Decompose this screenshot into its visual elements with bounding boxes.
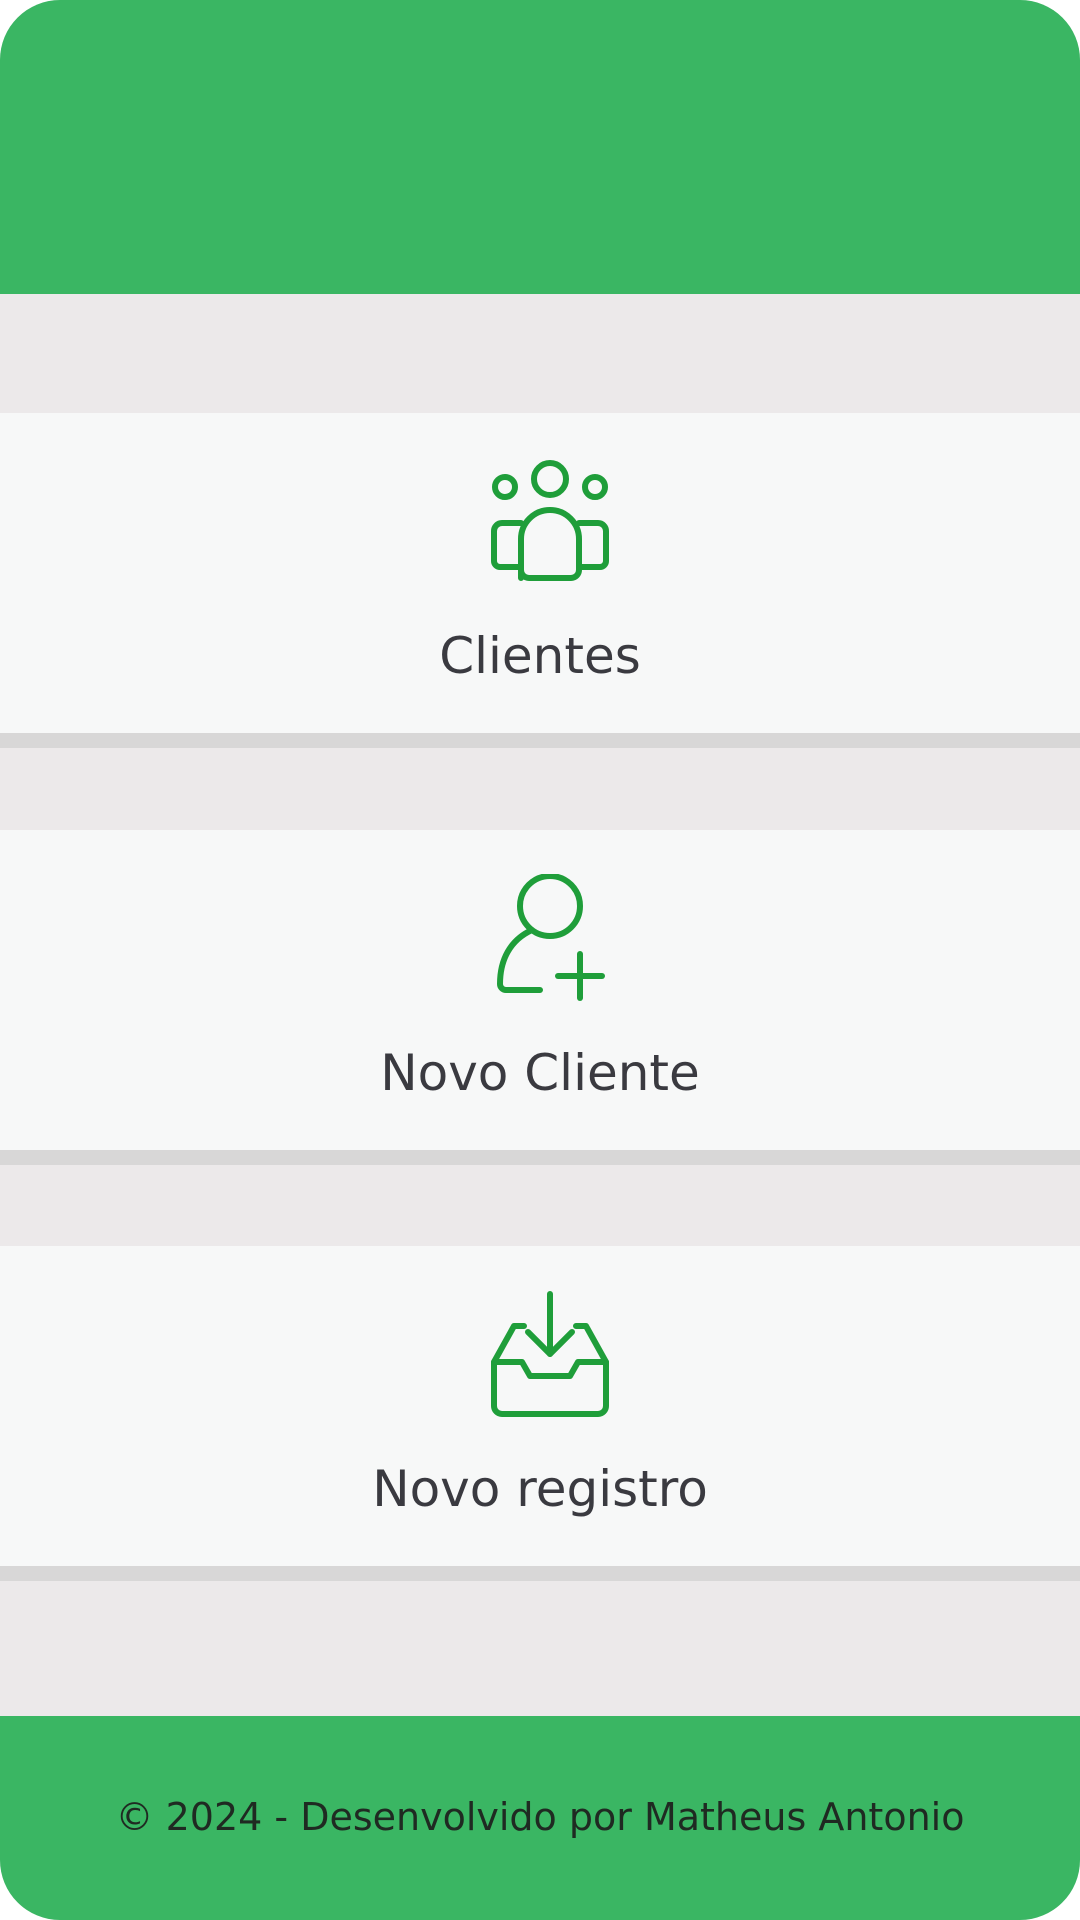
app-screen: Clientes Novo Cliente Novo registro © 20…	[0, 0, 1080, 1920]
menu-card-label: Clientes	[439, 627, 641, 685]
menu-card-clientes[interactable]: Clientes	[0, 413, 1080, 748]
users-group-icon	[480, 457, 620, 587]
menu-card-novo-cliente[interactable]: Novo Cliente	[0, 830, 1080, 1165]
header-bar	[0, 0, 1080, 294]
menu-card-label: Novo registro	[372, 1460, 708, 1518]
menu-card-label: Novo Cliente	[380, 1044, 700, 1102]
menu-card-novo-registro[interactable]: Novo registro	[0, 1246, 1080, 1581]
footer-copyright: © 2024 - Desenvolvido por Matheus Antoni…	[115, 1795, 965, 1839]
user-plus-icon	[480, 874, 620, 1004]
footer-bar: © 2024 - Desenvolvido por Matheus Antoni…	[0, 1716, 1080, 1920]
inbox-download-icon	[480, 1290, 620, 1420]
